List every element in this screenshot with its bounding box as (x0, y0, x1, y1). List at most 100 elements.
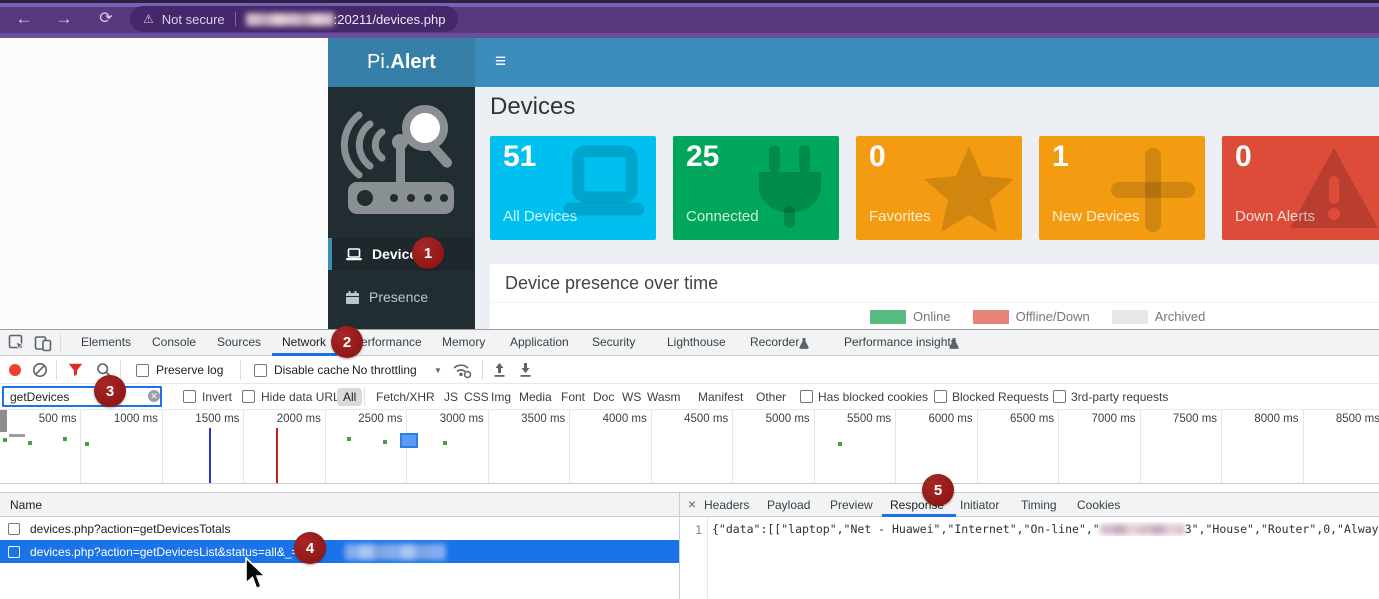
timeline-tick: 4000 ms (570, 410, 651, 483)
throttling-select[interactable]: No throttling (352, 363, 417, 377)
stat-card-down-alerts[interactable]: 0 Down Alerts (1222, 136, 1379, 240)
screen: ← → ⟳ ⚠ Not secure :20211/devices.php Pi… (0, 0, 1379, 599)
legend-label: Online (913, 309, 951, 324)
filter-type-doc[interactable]: Doc (593, 390, 614, 404)
preserve-log-checkbox[interactable] (136, 364, 149, 377)
has-blocked-cookies-label[interactable]: Has blocked cookies (818, 390, 928, 404)
detail-tab-initiator[interactable]: Initiator (960, 498, 999, 512)
request-row-devices-list[interactable]: devices.php?action=getDevicesList&status… (0, 540, 679, 563)
preserve-log-label[interactable]: Preserve log (156, 363, 223, 377)
request-checkbox[interactable] (8, 523, 20, 535)
browser-toolbar: ← → ⟳ ⚠ Not secure :20211/devices.php (0, 0, 1379, 38)
import-har-icon[interactable] (492, 362, 507, 378)
invert-checkbox[interactable] (183, 390, 196, 403)
filter-input[interactable] (2, 386, 162, 407)
tab-performance[interactable]: Performance (353, 335, 422, 349)
clear-filter-icon[interactable]: ✕ (148, 390, 160, 402)
tab-elements[interactable]: Elements (81, 335, 131, 349)
filter-type-fetch-xhr[interactable]: Fetch/XHR (376, 390, 435, 404)
address-bar[interactable]: ⚠ Not secure :20211/devices.php (130, 6, 458, 32)
detail-tab-preview[interactable]: Preview (830, 498, 873, 512)
annotation-step-1: 1 (412, 237, 444, 269)
disable-cache-checkbox[interactable] (254, 364, 267, 377)
laptop-icon (558, 144, 650, 232)
filter-type-ws[interactable]: WS (622, 390, 641, 404)
filter-type-img[interactable]: Img (491, 390, 511, 404)
forward-icon[interactable]: → (52, 7, 76, 31)
tab-recorder[interactable]: Recorder (750, 335, 799, 349)
tab-lighthouse[interactable]: Lighthouse (667, 335, 726, 349)
request-checkbox[interactable] (8, 546, 20, 558)
third-party-requests-checkbox[interactable] (1053, 390, 1066, 403)
app-logo[interactable]: Pi.Alert (328, 38, 475, 87)
filter-type-manifest[interactable]: Manifest (698, 390, 743, 404)
tab-network[interactable]: Network (282, 335, 326, 349)
response-json-line[interactable]: {"data":[["laptop","Net - Huawei","Inter… (712, 522, 1379, 536)
filter-type-font[interactable]: Font (561, 390, 585, 404)
filter-type-all[interactable]: All (337, 388, 362, 406)
sidebar-item-devices[interactable]: Devices (328, 238, 475, 270)
tab-performance-insights[interactable]: Performance insights (844, 335, 957, 349)
legend-archived[interactable]: Archived (1112, 309, 1206, 324)
stat-value: 51 (503, 140, 536, 174)
invert-label[interactable]: Invert (202, 390, 232, 404)
network-toolbar: Preserve log Disable cache No throttling… (0, 356, 1379, 384)
stat-card-new-devices[interactable]: 1 New Devices (1039, 136, 1205, 240)
filter-type-other[interactable]: Other (756, 390, 786, 404)
inspect-element-icon[interactable] (8, 334, 26, 352)
tab-application[interactable]: Application (510, 335, 569, 349)
third-party-requests-label[interactable]: 3rd-party requests (1071, 390, 1168, 404)
hide-data-urls-checkbox[interactable] (242, 390, 255, 403)
request-bar (9, 434, 25, 437)
tab-security[interactable]: Security (592, 335, 635, 349)
hide-data-urls-label[interactable]: Hide data URLs (261, 390, 346, 404)
detail-tab-cookies[interactable]: Cookies (1077, 498, 1120, 512)
request-name: devices.php?action=getDevicesTotals (30, 522, 230, 536)
chevron-down-icon[interactable]: ▼ (434, 366, 442, 375)
request-dot (28, 441, 32, 445)
timeline-tick: 7000 ms (1059, 410, 1140, 483)
filter-type-css[interactable]: CSS (464, 390, 489, 404)
hamburger-menu-icon[interactable]: ≡ (495, 51, 506, 73)
legend-online[interactable]: Online (870, 309, 951, 324)
response-prefix: {"data":[["laptop","Net - Huawei","Inter… (712, 522, 1100, 536)
filter-icon[interactable] (68, 363, 83, 377)
detail-tab-timing[interactable]: Timing (1021, 498, 1057, 512)
device-toolbar-icon[interactable] (34, 334, 52, 352)
request-dot (347, 437, 351, 441)
detail-tab-payload[interactable]: Payload (767, 498, 810, 512)
clear-network-log-icon[interactable] (32, 362, 48, 378)
stat-card-all-devices[interactable]: 51 All Devices (490, 136, 656, 240)
filter-type-wasm[interactable]: Wasm (647, 390, 681, 404)
filter-type-js[interactable]: JS (444, 390, 458, 404)
filter-type-media[interactable]: Media (519, 390, 552, 404)
experiment-flask-icon (949, 337, 959, 349)
network-conditions-icon[interactable] (452, 362, 472, 379)
stat-card-favorites[interactable]: 0 Favorites (856, 136, 1022, 240)
timeline-scroll-handle[interactable] (0, 410, 7, 432)
disable-cache-label[interactable]: Disable cache (274, 363, 349, 377)
request-dot (63, 437, 67, 441)
network-overview-timeline[interactable]: 500 ms 1000 ms 1500 ms 2000 ms 2500 ms 3… (0, 410, 1379, 484)
pialert-app: Pi.Alert ≡ Run: Plugins Syn (28, (328, 38, 1379, 330)
tab-sources[interactable]: Sources (217, 335, 261, 349)
has-blocked-cookies-checkbox[interactable] (800, 390, 813, 403)
back-icon[interactable]: ← (12, 7, 36, 31)
request-row-totals[interactable]: devices.php?action=getDevicesTotals (0, 517, 679, 540)
close-icon[interactable]: × (688, 496, 696, 512)
record-button[interactable] (9, 364, 21, 376)
not-secure-label[interactable]: Not secure (162, 12, 225, 27)
devtools-panel: Elements Console Sources Network Perform… (0, 330, 1379, 599)
stat-card-connected[interactable]: 25 Connected (673, 136, 839, 240)
legend-offline[interactable]: Offline/Down (973, 309, 1090, 324)
requests-name-header[interactable]: Name (0, 492, 679, 517)
sidebar-item-presence[interactable]: Presence (328, 280, 475, 314)
export-har-icon[interactable] (518, 362, 533, 378)
tab-memory[interactable]: Memory (442, 335, 485, 349)
detail-tab-headers[interactable]: Headers (704, 498, 749, 512)
tab-console[interactable]: Console (152, 335, 196, 349)
reload-icon[interactable]: ⟳ (94, 7, 118, 31)
stat-value: 1 (1052, 140, 1069, 174)
blocked-requests-checkbox[interactable] (934, 390, 947, 403)
blocked-requests-label[interactable]: Blocked Requests (952, 390, 1049, 404)
